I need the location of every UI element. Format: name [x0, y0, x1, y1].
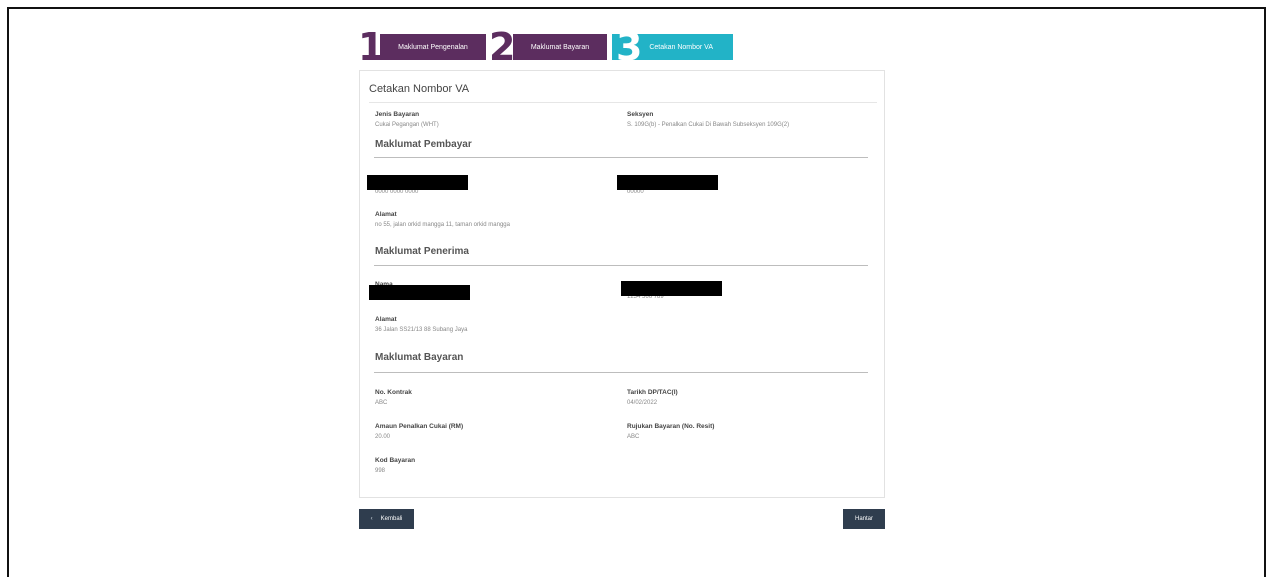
submit-button-label: Hantar — [854, 516, 873, 522]
section-divider — [374, 265, 868, 266]
payer-alamat-label: Alamat — [375, 211, 397, 218]
kod-value: 998 — [375, 468, 386, 474]
tarikh-value: 04/02/2022 — [627, 400, 658, 406]
payer-alamat-value: no 55, jalan orkid mangga 11, taman orki… — [375, 222, 510, 228]
seksyen-value: S. 109G(b) - Penalkan Cukai Di Bawah Sub… — [627, 122, 790, 128]
back-button[interactable]: ‹ Kembali — [359, 509, 414, 529]
step-number: 2 — [489, 25, 516, 69]
submit-button[interactable]: Hantar — [843, 509, 885, 529]
amaun-value: 20.00 — [375, 434, 391, 440]
section-title-bayaran: Maklumat Bayaran — [375, 352, 464, 363]
redaction-box — [369, 285, 470, 300]
redaction-box — [617, 175, 718, 190]
kontrak-label: No. Kontrak — [375, 389, 412, 396]
kod-label: Kod Bayaran — [375, 457, 416, 464]
card-title-divider — [369, 102, 877, 103]
rujukan-value: ABC — [627, 434, 640, 440]
kontrak-value: ABC — [375, 400, 388, 406]
recipient-alamat-value: 36 Jalan SS21/13 88 Subang Jaya — [375, 327, 468, 333]
chevron-left-icon: ‹ — [370, 516, 373, 522]
rujukan-label: Rujukan Bayaran (No. Resit) — [627, 423, 715, 430]
redaction-box — [621, 281, 722, 296]
seksyen-label: Seksyen — [627, 111, 654, 118]
tarikh-label: Tarikh DP/TAC(I) — [627, 389, 678, 396]
amaun-label: Amaun Penalkan Cukai (RM) — [375, 423, 464, 430]
section-title-penerima: Maklumat Penerima — [375, 246, 469, 257]
step-number: 3 — [616, 25, 643, 69]
card-title: Cetakan Nombor VA — [369, 83, 470, 95]
jenis-bayaran-label: Jenis Bayaran — [375, 111, 420, 118]
step-label: Maklumat Pengenalan — [380, 34, 486, 60]
step-label: Maklumat Bayaran — [513, 34, 607, 60]
back-button-label: Kembali — [380, 516, 403, 522]
jenis-bayaran-value: Cukai Pegangan (WHT) — [375, 122, 439, 128]
redaction-box — [367, 175, 468, 190]
recipient-alamat-label: Alamat — [375, 316, 397, 323]
section-divider — [374, 372, 868, 373]
section-divider — [374, 157, 868, 158]
section-title-pembayar: Maklumat Pembayar — [375, 139, 472, 150]
